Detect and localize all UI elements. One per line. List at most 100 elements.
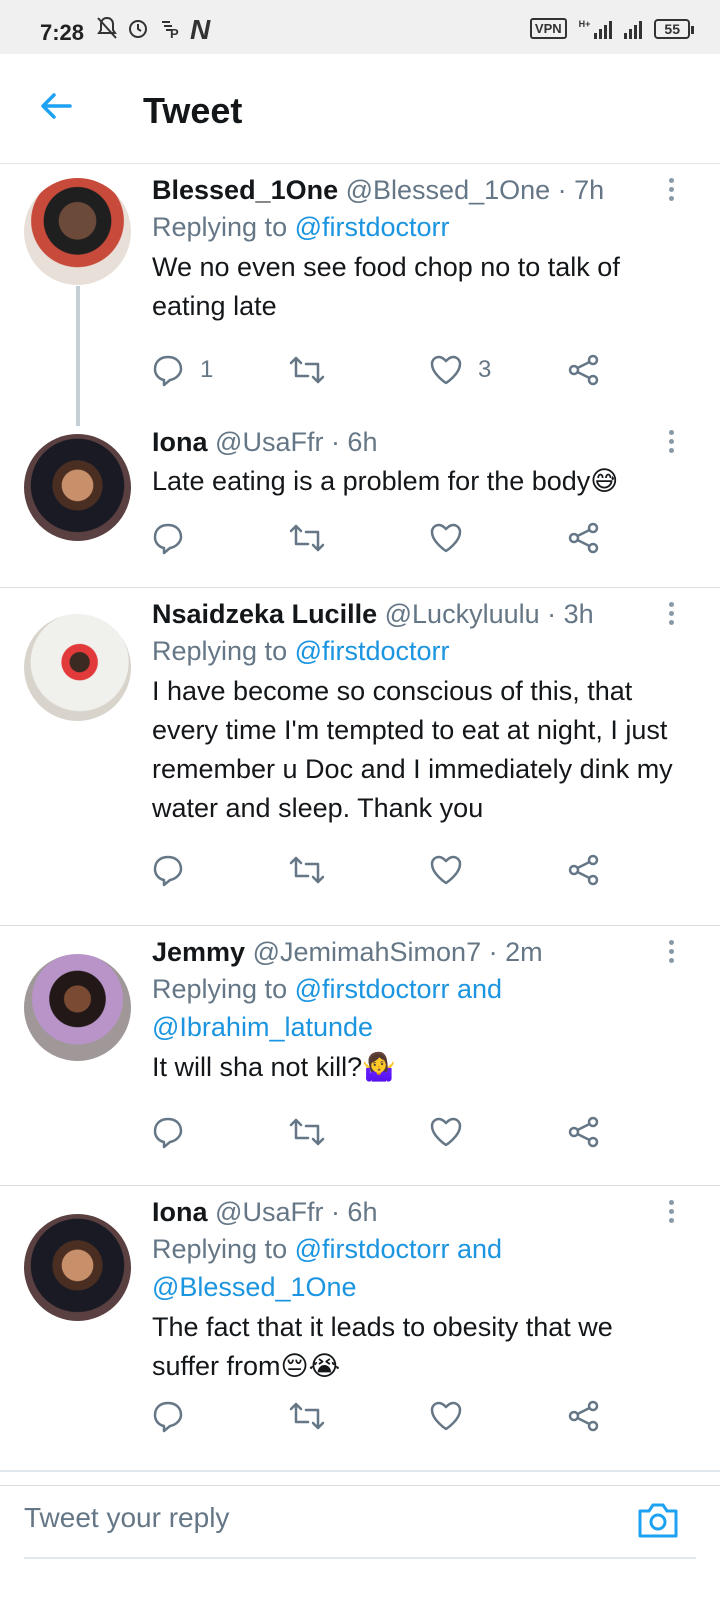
heart-icon (428, 852, 464, 888)
tweet-text: We no even see food chop no to talk of e… (152, 252, 620, 321)
share-button[interactable] (566, 1114, 602, 1150)
share-button[interactable] (566, 520, 602, 556)
replying-to: Replying to @firstdoctorr and @Blessed_1… (152, 1234, 503, 1302)
retweet-icon (287, 352, 327, 388)
mute-bell-icon (96, 16, 118, 44)
like-button[interactable] (428, 852, 464, 888)
like-button[interactable] (428, 520, 464, 556)
avatar[interactable] (24, 954, 131, 1061)
like-button[interactable] (428, 1114, 464, 1150)
vpn-badge: VPN (529, 18, 567, 39)
author-name[interactable]: Nsaidzeka Lucille (152, 599, 377, 629)
share-button[interactable] (566, 1398, 602, 1434)
reply-button[interactable]: 1 (150, 352, 213, 388)
author-handle-time[interactable]: @UsaFfr · 6h (215, 1197, 377, 1227)
avatar[interactable] (24, 1214, 131, 1321)
mention-link[interactable]: @firstdoctorr (295, 212, 450, 242)
status-time: 7:28 (40, 20, 85, 45)
retweet-button[interactable] (287, 352, 327, 388)
reply-icon (150, 852, 186, 888)
author-handle-time[interactable]: @UsaFfr · 6h (215, 427, 377, 457)
retweet-button[interactable] (287, 520, 327, 556)
status-icons-left: P N (96, 14, 210, 45)
tweet-item[interactable]: Blessed_1One @Blessed_1One · 7h Replying… (0, 164, 720, 426)
author-name[interactable]: Blessed_1One (152, 175, 338, 205)
tweet-actions (150, 1398, 610, 1438)
like-count: 3 (478, 356, 492, 383)
reply-button[interactable] (150, 852, 186, 888)
tweet-text: The fact that it leads to obesity that w… (152, 1312, 613, 1381)
reply-underline (24, 1557, 696, 1559)
tweet-text: It will sha not kill?🤷‍♀️ (152, 1052, 396, 1082)
author-name[interactable]: Iona (152, 427, 208, 457)
reply-icon (150, 1114, 186, 1150)
share-icon (566, 1398, 602, 1434)
reply-button[interactable] (150, 1114, 186, 1150)
share-button[interactable] (566, 852, 602, 888)
retweet-icon (287, 520, 327, 556)
avatar[interactable] (24, 434, 131, 541)
reply-button[interactable] (150, 520, 186, 556)
page-title: Tweet (143, 90, 243, 131)
reply-icon (150, 520, 186, 556)
replying-to: Replying to @firstdoctorr and @Ibrahim_l… (152, 974, 503, 1042)
status-bar: 7:28 P N VPN H+ 55 (0, 0, 720, 54)
tweet-item[interactable]: Nsaidzeka Lucille @Luckyluulu · 3h Reply… (0, 588, 720, 926)
tweet-item[interactable]: Iona @UsaFfr · 6h Replying to @firstdoct… (0, 1186, 720, 1486)
retweet-button[interactable] (287, 852, 327, 888)
avatar[interactable] (24, 614, 131, 721)
thread-connector (76, 286, 80, 426)
reply-icon (150, 352, 186, 388)
tweet-text: I have become so conscious of this, that… (152, 676, 673, 823)
author-name[interactable]: Jemmy (152, 937, 245, 967)
reply-composer: Tweet your reply (0, 1470, 720, 1570)
top-app-bar: Tweet (0, 54, 720, 164)
author-handle-time[interactable]: @JemimahSimon7 · 2m (253, 937, 543, 967)
reply-icon (150, 1398, 186, 1434)
signal-strength-icon-2 (624, 19, 643, 39)
network-n-icon: N (190, 14, 210, 45)
share-icon (566, 1114, 602, 1150)
tweet-actions (150, 1114, 610, 1154)
retweet-icon (287, 1398, 327, 1434)
heart-icon (428, 352, 464, 388)
data-saver-icon: P (158, 16, 182, 44)
mention-link[interactable]: @firstdoctorr (295, 636, 450, 666)
tweet-item[interactable]: Jemmy @JemimahSimon7 · 2m Replying to @f… (0, 926, 720, 1186)
replying-to: Replying to @firstdoctorr (152, 636, 450, 666)
reply-count: 1 (200, 356, 214, 383)
network-type: H+ (578, 18, 591, 29)
reply-button[interactable] (150, 1398, 186, 1434)
retweet-button[interactable] (287, 1114, 327, 1150)
status-icons-right: VPN H+ 55 (529, 18, 694, 39)
tweet-actions: 1 3 (150, 352, 610, 392)
heart-icon (428, 520, 464, 556)
svg-text:P: P (170, 26, 179, 40)
replying-to: Replying to @firstdoctorr (152, 212, 450, 242)
retweet-button[interactable] (287, 1398, 327, 1434)
heart-icon (428, 1398, 464, 1434)
tweet-item[interactable]: Iona @UsaFfr · 6h Late eating is a probl… (0, 416, 720, 588)
share-icon (566, 852, 602, 888)
author-name[interactable]: Iona (152, 1197, 208, 1227)
share-icon (566, 352, 602, 388)
tweet-text: Late eating is a problem for the body😅 (152, 466, 619, 496)
tweet-actions (150, 852, 610, 892)
tweet-actions (150, 520, 610, 560)
arrow-left-icon[interactable] (36, 86, 76, 126)
retweet-icon (287, 852, 327, 888)
battery-icon: 55 (654, 18, 694, 39)
like-button[interactable]: 3 (428, 352, 491, 388)
avatar[interactable] (24, 178, 131, 285)
author-handle-time[interactable]: @Luckyluulu · 3h (385, 599, 594, 629)
share-button[interactable] (566, 352, 602, 388)
signal-strength-icon: H+ (579, 19, 613, 39)
alarm-icon (126, 16, 150, 44)
heart-icon (428, 1114, 464, 1150)
reply-input[interactable]: Tweet your reply (24, 1502, 229, 1534)
like-button[interactable] (428, 1398, 464, 1434)
retweet-icon (287, 1114, 327, 1150)
share-icon (566, 520, 602, 556)
author-handle-time[interactable]: @Blessed_1One · 7h (346, 175, 605, 205)
camera-icon[interactable] (636, 1500, 680, 1540)
